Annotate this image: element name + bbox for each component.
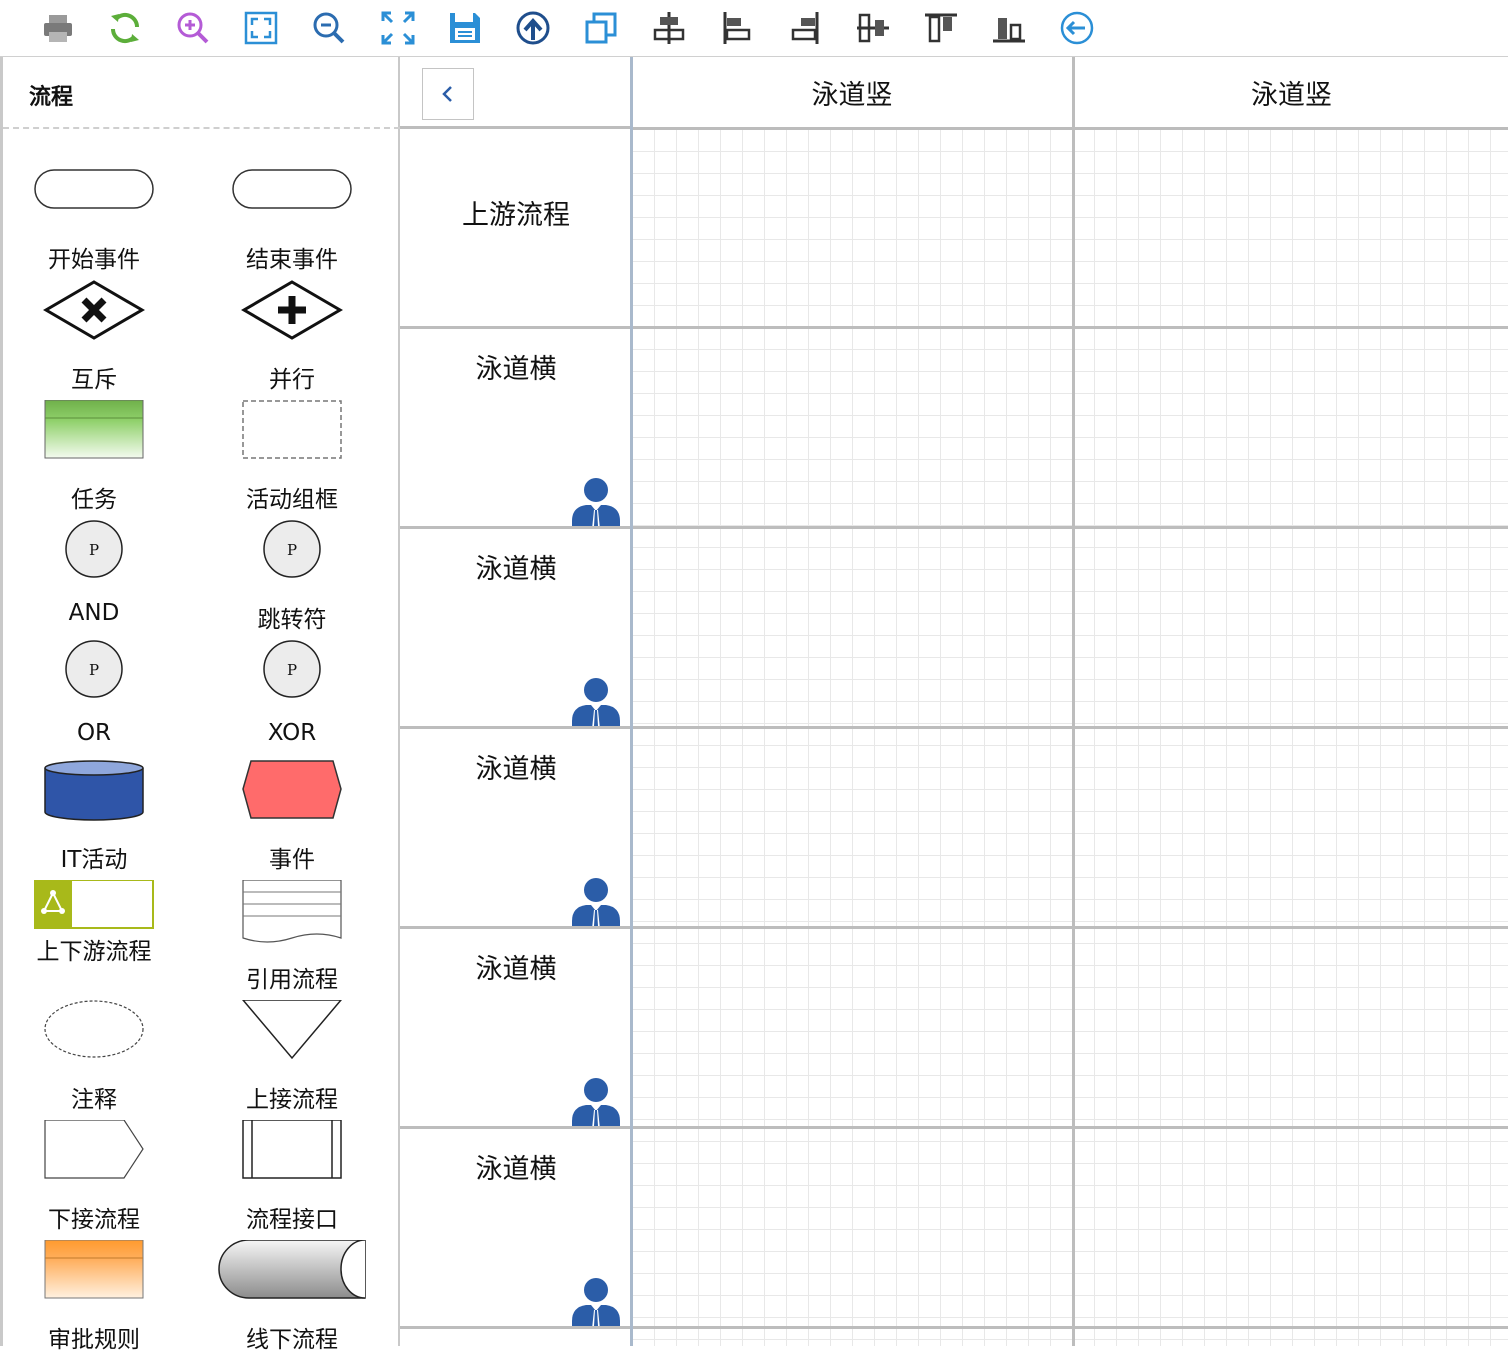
fit-icon[interactable] <box>243 10 279 46</box>
palette-item-approval-rule[interactable]: 审批规则 <box>4 1240 184 1353</box>
palette-item-and[interactable]: P AND <box>4 520 184 630</box>
column-divider <box>1072 57 1075 1346</box>
zoom-in-icon[interactable] <box>175 10 211 46</box>
print-icon[interactable] <box>40 10 76 46</box>
lane-row-label[interactable]: 泳道横 <box>400 547 632 586</box>
palette-item-label: AND <box>68 600 120 626</box>
palette-item-reference-process[interactable]: 引用流程 <box>202 880 382 993</box>
palette-item-label: 注释 <box>71 1087 117 1113</box>
palette-item-it-activity[interactable]: IT活动 <box>4 760 184 873</box>
row-header-border <box>630 57 633 1346</box>
role-person-icon[interactable] <box>570 477 622 529</box>
palette-item-label: 跳转符 <box>257 607 327 633</box>
badge-text: P <box>287 541 297 559</box>
lane-row-label[interactable]: 泳道横 <box>400 347 632 386</box>
palette-item-upstream-downstream[interactable]: 上下游流程 <box>4 880 184 990</box>
lane-row-label[interactable]: 泳道横 <box>400 747 632 786</box>
palette-item-event[interactable]: 事件 <box>202 760 382 873</box>
lane-divider <box>400 326 1508 329</box>
palette-item-annotation[interactable]: 注释 <box>4 1000 184 1113</box>
palette-item-label: 引用流程 <box>246 967 338 993</box>
palette-item-label: 活动组框 <box>246 487 338 513</box>
lane-divider <box>400 526 1508 529</box>
role-person-icon[interactable] <box>570 677 622 729</box>
align-right-icon[interactable] <box>787 10 823 46</box>
badge-text: P <box>89 541 99 559</box>
badge-text: P <box>287 661 297 679</box>
palette-item-label: 开始事件 <box>48 247 140 273</box>
palette-item-or[interactable]: P OR <box>4 640 184 750</box>
palette-title: 流程 <box>29 85 74 110</box>
role-person-icon[interactable] <box>570 877 622 929</box>
palette-item-label: 线下流程 <box>246 1327 338 1353</box>
lane-divider <box>400 726 1508 729</box>
lane-divider <box>400 926 1508 929</box>
canvas-grid[interactable] <box>632 129 1508 1346</box>
palette-divider <box>3 127 400 129</box>
palette-item-process-interface[interactable]: 流程接口 <box>202 1120 382 1233</box>
shape-palette: 流程 开始事件 结束事件 互斥 并行 任务 活动组框 P AND P 跳转符 P… <box>0 57 400 1353</box>
palette-item-label: 下接流程 <box>48 1207 140 1233</box>
lane-title: 泳道竖 <box>1251 79 1332 111</box>
palette-item-label: 互斥 <box>71 367 117 393</box>
back-icon[interactable] <box>1059 10 1095 46</box>
palette-item-upstream-connect[interactable]: 上接流程 <box>202 1000 382 1113</box>
lane-divider <box>400 1126 1508 1129</box>
vertical-lane-header[interactable]: 泳道竖 <box>1075 57 1508 130</box>
lane-row-label[interactable]: 泳道横 <box>400 1147 632 1186</box>
align-middle-icon[interactable] <box>855 10 891 46</box>
badge-text: P <box>89 661 99 679</box>
lane-row-label[interactable]: 泳道横 <box>400 947 632 986</box>
refresh-icon[interactable] <box>107 10 143 46</box>
toolbar <box>0 0 1508 57</box>
palette-item-label: 事件 <box>269 847 315 873</box>
palette-item-start-event[interactable]: 开始事件 <box>4 160 184 273</box>
palette-item-label: XOR <box>267 720 317 746</box>
palette-item-label: IT活动 <box>60 847 128 873</box>
fullscreen-icon[interactable] <box>380 10 416 46</box>
zoom-out-icon[interactable] <box>311 10 347 46</box>
role-person-icon[interactable] <box>570 1277 622 1329</box>
align-top-icon[interactable] <box>923 10 959 46</box>
palette-item-xor[interactable]: P XOR <box>202 640 382 750</box>
palette-item-parallel-gateway[interactable]: 并行 <box>202 280 382 393</box>
lane-row-label[interactable]: 上游流程 <box>400 193 632 232</box>
align-center-icon[interactable] <box>651 10 687 46</box>
palette-item-label: 结束事件 <box>246 247 338 273</box>
palette-item-end-event[interactable]: 结束事件 <box>202 160 382 273</box>
palette-item-task[interactable]: 任务 <box>4 400 184 513</box>
palette-item-label: 并行 <box>269 367 315 393</box>
swimlane-canvas[interactable]: 泳道竖 泳道竖 上游流程 泳道横 泳道横 泳道横 泳道横 泳道横 <box>400 57 1508 1346</box>
vertical-lane-header[interactable]: 泳道竖 <box>632 57 1072 130</box>
palette-item-offline-process[interactable]: 线下流程 <box>202 1240 382 1353</box>
palette-item-jump[interactable]: P 跳转符 <box>202 520 382 633</box>
lane-divider <box>400 1326 1508 1329</box>
palette-item-label: 上下游流程 <box>36 939 152 965</box>
align-bottom-icon[interactable] <box>991 10 1027 46</box>
palette-item-downstream-connect[interactable]: 下接流程 <box>4 1120 184 1233</box>
collapse-sidebar-button[interactable] <box>422 68 474 120</box>
palette-item-label: 任务 <box>71 487 117 513</box>
palette-item-activity-group[interactable]: 活动组框 <box>202 400 382 513</box>
align-left-icon[interactable] <box>719 10 755 46</box>
copy-icon[interactable] <box>583 10 619 46</box>
lane-title: 泳道竖 <box>811 79 893 111</box>
palette-item-label: 流程接口 <box>246 1207 338 1233</box>
chevron-left-icon <box>442 86 452 102</box>
upload-icon[interactable] <box>515 10 551 46</box>
role-person-icon[interactable] <box>570 1077 622 1129</box>
palette-item-label: 上接流程 <box>246 1087 338 1113</box>
palette-item-label: 审批规则 <box>48 1327 140 1353</box>
palette-item-label: OR <box>76 720 112 746</box>
palette-item-exclusive-gateway[interactable]: 互斥 <box>4 280 184 393</box>
save-icon[interactable] <box>447 10 483 46</box>
